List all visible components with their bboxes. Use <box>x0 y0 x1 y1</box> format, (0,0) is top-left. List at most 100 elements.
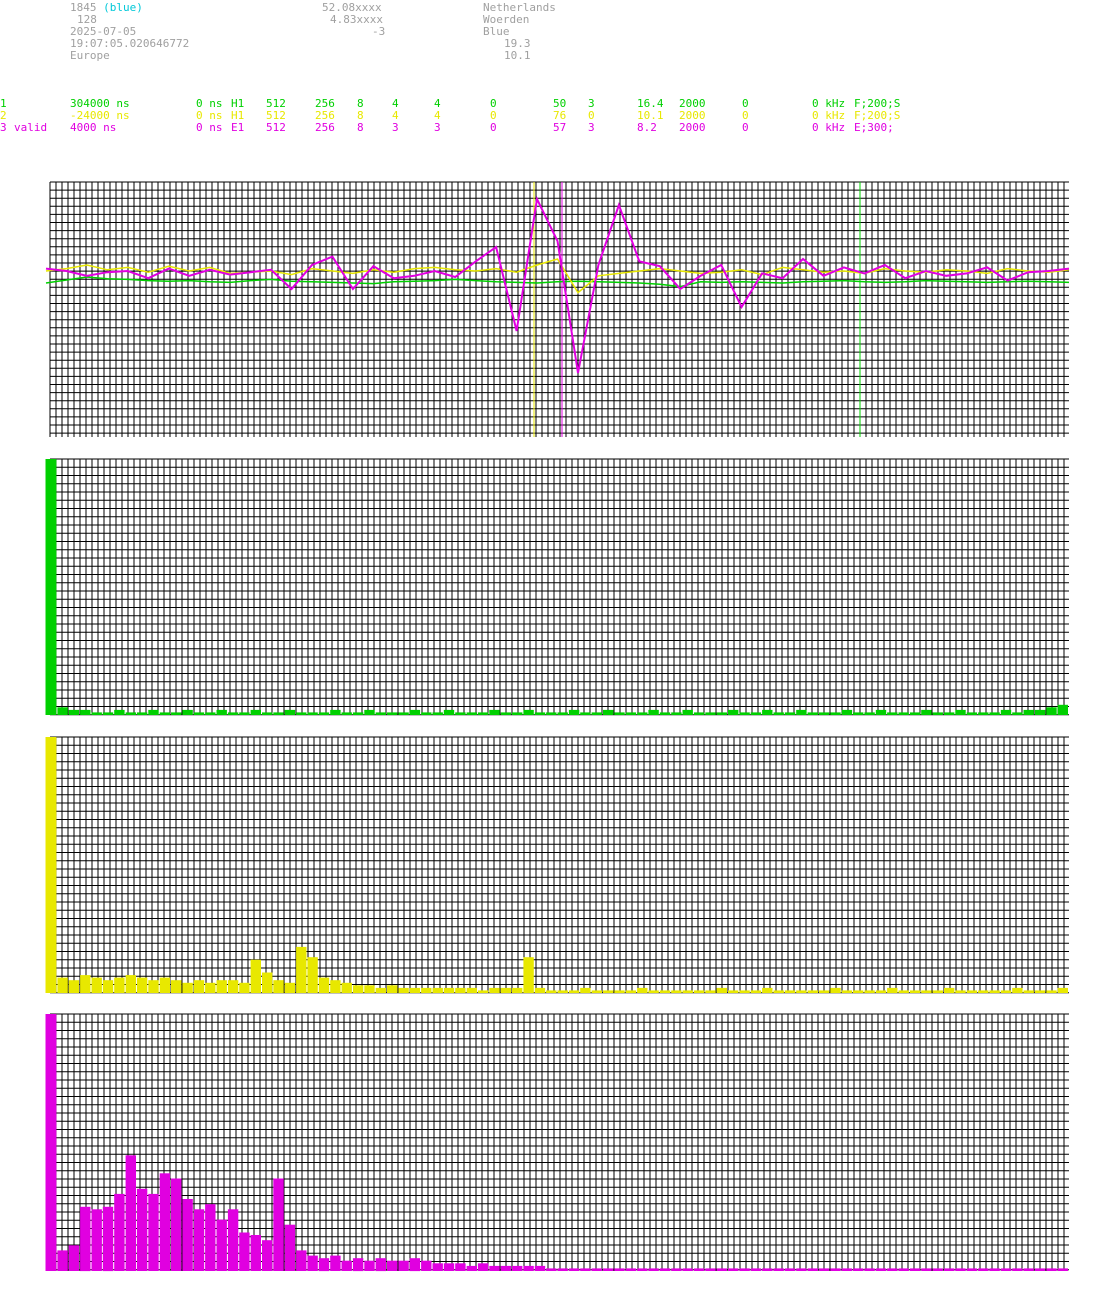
spectrum-3-bar <box>193 1209 205 1271</box>
spectrum-2-bar <box>796 990 807 993</box>
spectrum-2-bar <box>341 982 352 993</box>
spectrum-3-bar <box>91 1209 102 1271</box>
spectrum-1-bar <box>659 712 671 715</box>
spectrum-3-bar <box>114 1193 125 1271</box>
spectrum-1-bar <box>671 712 682 715</box>
spectrum-2-bar <box>1012 987 1023 993</box>
spectrum-1-bar <box>330 709 341 715</box>
spectrum-2-bar <box>625 990 637 993</box>
spectrum-1-bar <box>91 712 102 715</box>
spectrum-2-bar <box>1023 990 1034 993</box>
spectrum-2-bar <box>477 990 489 993</box>
spectrum-3-bar <box>966 1268 978 1271</box>
spectrum-3-bar <box>841 1268 853 1271</box>
spectrum-3-bar <box>239 1232 250 1271</box>
spectrum-1-bar <box>773 712 784 715</box>
spectrum-2-bar <box>864 990 875 993</box>
spectrum-3-bar <box>352 1258 364 1272</box>
spectrum-3-bar <box>648 1268 659 1271</box>
spectrum-3-bar <box>716 1268 727 1271</box>
spectrum-2-bar <box>705 990 716 993</box>
spectrum-1-bar <box>887 712 898 715</box>
spectrum-3-bar <box>955 1268 966 1271</box>
spectrum-1-bar <box>1000 709 1012 715</box>
spectrum-2-bar <box>1057 987 1068 993</box>
spectrum-2-bar <box>909 990 921 993</box>
spectrum-1-bar <box>1012 712 1023 715</box>
spectrum-2-bar <box>193 980 205 993</box>
spectrum-2-bar <box>375 987 386 993</box>
spectrum-3-bar <box>318 1258 330 1272</box>
spectrum-3-bar <box>659 1268 671 1271</box>
spectrum-2-bar <box>818 990 830 993</box>
spectrum-2-bar <box>91 977 102 993</box>
spectrum-3-bar <box>489 1265 500 1271</box>
spectrum-3-bar <box>784 1268 796 1271</box>
spectrum-3-bar <box>671 1268 682 1271</box>
spectrum-2-bar <box>853 990 864 993</box>
spectrum-3-bar <box>330 1255 341 1271</box>
spectrum-1-bar <box>80 709 91 715</box>
spectrum-1-bar <box>705 712 716 715</box>
spectrum-2-bar <box>557 990 568 993</box>
spectrum-2-bar <box>568 990 580 993</box>
spectrum-1-bar <box>364 709 375 715</box>
spectrum-1-bar <box>125 712 136 715</box>
spectrum-3-bar <box>250 1235 261 1271</box>
spectrum-3-bar <box>1012 1268 1023 1271</box>
spectrum-1-bar <box>875 709 887 715</box>
spectrum-2-bar <box>1034 990 1046 993</box>
spectrum-1-bar <box>193 712 205 715</box>
spectrum-1-bar <box>227 712 239 715</box>
spectrum-3-bar <box>1000 1268 1012 1271</box>
spectrum-1-bar <box>318 712 330 715</box>
spectrum-3-bar <box>296 1250 307 1271</box>
spectrum-3-bar <box>171 1178 182 1271</box>
spectrum-2-bar <box>318 977 330 993</box>
spectrum-1-bar <box>784 712 796 715</box>
spectrum-1-bar <box>728 709 739 715</box>
spectrum-2-bar <box>148 980 159 993</box>
spectrum-3-bar <box>875 1268 887 1271</box>
spectrum-1-bar <box>932 712 943 715</box>
spectrum-1-bar <box>898 712 909 715</box>
spectrum-1-bar <box>296 712 307 715</box>
spectrum-2-bar <box>421 987 432 993</box>
spectrum-2-bar <box>239 982 250 993</box>
spectrum-1-bar <box>352 712 364 715</box>
spectrum-2-bar <box>273 980 284 993</box>
spectrum-1-bar <box>841 709 853 715</box>
spectrum-1-bar <box>455 712 466 715</box>
spectrum-3-bar <box>341 1260 352 1271</box>
spectrum-2-bar <box>409 987 421 993</box>
spectrum-1-bar <box>398 712 409 715</box>
spectrum-2-bar <box>750 990 762 993</box>
spectrum-3-bar <box>534 1265 546 1271</box>
spectrum-1-bar <box>966 712 978 715</box>
spectrum-2-bar <box>1046 990 1057 993</box>
spectrum-3-bar <box>307 1255 318 1271</box>
spectrum-2-bar <box>523 957 534 993</box>
spectrum-3-bar <box>739 1268 750 1271</box>
spectrum-2-bar <box>671 990 682 993</box>
spectrum-1-bar <box>637 712 648 715</box>
spectrum-3-bar <box>614 1268 625 1271</box>
spectrum-2-bar <box>489 987 500 993</box>
spectrum-1-bar <box>625 712 637 715</box>
spectrum-3-bar <box>216 1219 227 1271</box>
spectrum-3-bar <box>762 1268 773 1271</box>
spectrum-1-bar <box>171 712 182 715</box>
spectrum-3-bar <box>523 1265 534 1271</box>
spectrum-2-bar <box>591 990 602 993</box>
spectrum-1-bar <box>1034 709 1046 715</box>
spectrum-3-bar <box>1046 1268 1057 1271</box>
spectrum-1-bar <box>512 712 523 715</box>
spectrum-1-bar <box>682 709 693 715</box>
spectrum-3-bar <box>773 1268 784 1271</box>
spectrum-1-bar <box>136 712 148 715</box>
spectrum-1-bar <box>57 707 68 715</box>
spectrum-2-bar <box>739 990 750 993</box>
spectrum-2-bar <box>387 985 398 993</box>
spectrum-3-bar <box>557 1268 568 1271</box>
spectrum-2-bar <box>330 980 341 993</box>
